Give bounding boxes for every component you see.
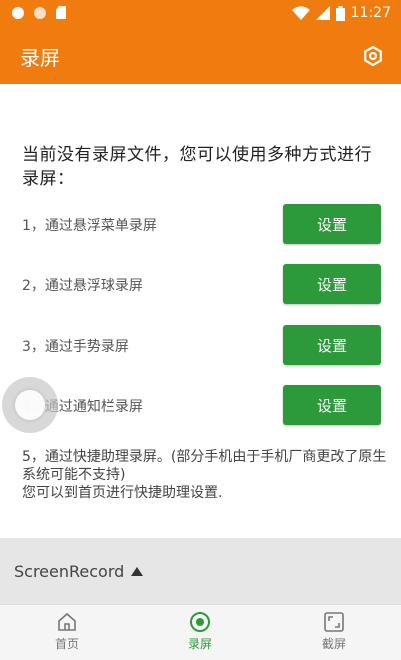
assistant-note: 5，通过快捷助理录屏。(部分手机由于手机厂商更改了原生系统可能不支持) 您可以到… bbox=[22, 448, 392, 502]
clock: 11:27 bbox=[350, 5, 391, 21]
nav-label-home: 首页 bbox=[54, 637, 79, 651]
floating-ball-inner bbox=[15, 390, 45, 420]
notification-dot-icon bbox=[34, 6, 46, 19]
sd-card-icon bbox=[56, 6, 66, 19]
ad-banner[interactable]: ScreenRecord bbox=[0, 538, 401, 604]
app-bar: 录屏 bbox=[0, 28, 401, 84]
nav-item-screenshot[interactable]: 截屏 bbox=[294, 611, 374, 657]
intro-text: 当前没有录屏文件，您可以使用多种方式进行录屏： bbox=[22, 145, 372, 189]
assistant-note-line2: 您可以到首页进行快捷助理设置. bbox=[22, 485, 223, 501]
method-1-settings-button[interactable]: 设置 bbox=[283, 204, 381, 244]
method-4-settings-button[interactable]: 设置 bbox=[283, 385, 381, 425]
assistant-note-line1: 5，通过快捷助理录屏。(部分手机由于手机厂商更改了原生系统可能不支持) bbox=[22, 449, 387, 483]
gear-icon bbox=[364, 46, 382, 66]
wifi-icon bbox=[291, 6, 310, 20]
status-left bbox=[12, 6, 66, 19]
notification-dot-icon bbox=[12, 6, 24, 19]
method-label-3: 3，通过手势录屏 bbox=[22, 339, 129, 355]
nav-label-screenshot: 截屏 bbox=[321, 637, 346, 651]
record-icon bbox=[190, 612, 210, 632]
method-2-settings-button[interactable]: 设置 bbox=[283, 264, 381, 304]
status-bar: 11:27 bbox=[0, 0, 401, 28]
method-3-settings-button[interactable]: 设置 bbox=[283, 325, 381, 365]
nav-item-record[interactable]: 录屏 bbox=[160, 611, 240, 657]
nav-label-record: 录屏 bbox=[187, 637, 212, 651]
settings-button[interactable] bbox=[359, 42, 387, 70]
status-right: 11:27 bbox=[291, 5, 391, 21]
signal-icon bbox=[315, 6, 330, 20]
method-label-2: 2，通过悬浮球录屏 bbox=[22, 278, 143, 294]
battery-icon bbox=[335, 5, 345, 21]
home-icon bbox=[58, 612, 76, 631]
method-label-1: 1，通过悬浮菜单录屏 bbox=[22, 218, 157, 234]
floating-ball[interactable] bbox=[2, 377, 58, 433]
page-title: 录屏 bbox=[20, 46, 60, 70]
bottom-nav: 首页 录屏 截屏 bbox=[0, 604, 401, 660]
screenshot-icon bbox=[324, 612, 344, 632]
ad-label: ScreenRecord bbox=[14, 562, 125, 581]
nav-item-home[interactable]: 首页 bbox=[27, 611, 107, 657]
triangle-icon bbox=[131, 567, 143, 576]
